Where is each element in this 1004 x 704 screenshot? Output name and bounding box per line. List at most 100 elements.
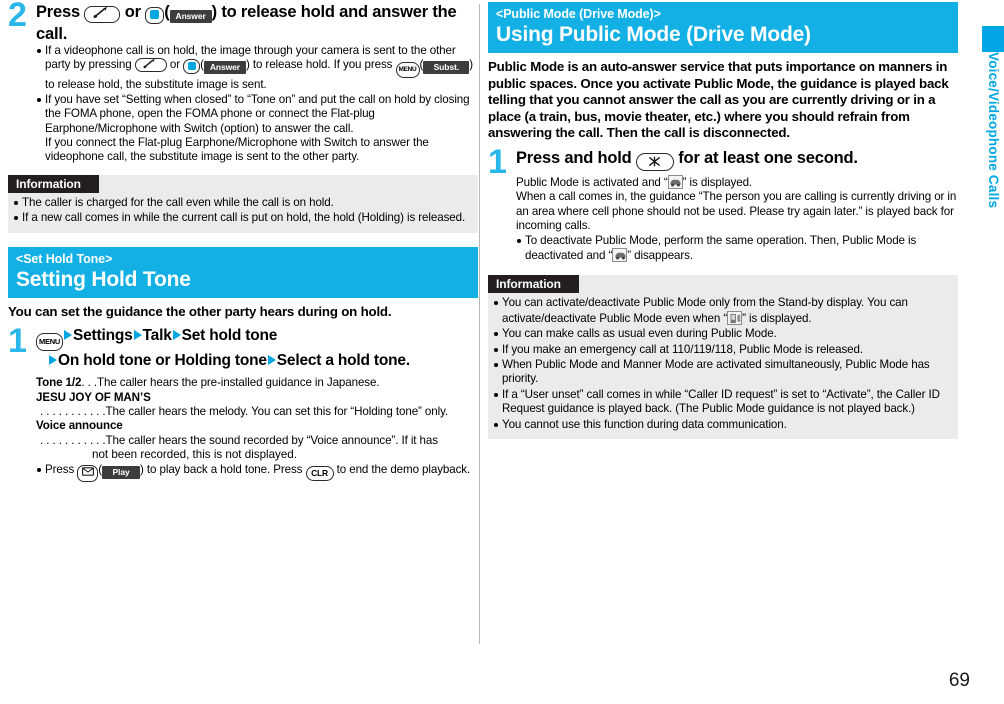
definition-jesu-desc: . . . . . . . . . . .The caller hears th…: [36, 405, 478, 419]
step-1-heading: Press and hold for at least one second.: [516, 148, 958, 171]
menu-key-icon: MENU: [36, 333, 63, 352]
call-key-icon: [84, 6, 121, 23]
paren-close: ): [211, 3, 218, 21]
bullet-setting-when-closed: If you have set “Setting when closed” to…: [36, 93, 478, 165]
public-mode-guidance-line: When a call comes in, the guidance “The …: [516, 190, 957, 233]
step-1-line-2: On hold tone or Holding tone Select a hol…: [36, 351, 478, 370]
bullet-text: If you have set “Setting when closed” to…: [45, 92, 470, 135]
center-select-key-icon: [145, 7, 165, 24]
bullet-videophone-hold: If a videophone call is on hold, the ima…: [36, 44, 478, 93]
information-list-right: You can activate/deactivate Public Mode …: [488, 293, 958, 432]
public-mode-bullet-list: To deactivate Public Mode, perform the s…: [516, 234, 958, 264]
drive-mode-car-icon: [612, 248, 628, 262]
bullet-seg-3: to release hold, the substitute image is…: [45, 78, 267, 92]
information-item: You can make calls as usual even during …: [493, 327, 950, 341]
chevron-right-icon: [133, 330, 142, 341]
clear-key-icon: CLR: [305, 465, 334, 481]
bullet-seg-1: If a videophone call is on hold, the ima…: [45, 44, 456, 72]
step-1-item: Set hold tone: [181, 327, 278, 345]
paren-close: ): [140, 462, 144, 476]
hold-tone-definitions: Tone 1/2. . .The caller hears the pre-in…: [36, 376, 478, 462]
definition-desc: The caller hears the melody. You can set…: [105, 405, 449, 419]
section-banner-set-hold-tone: <Set Hold Tone> Setting Hold Tone: [8, 246, 478, 298]
play-seg-3: to end the demo playback.: [336, 462, 471, 476]
play-seg-1: Press: [45, 462, 75, 476]
edge-tab: Voice/Videophone Calls: [982, 0, 1004, 704]
info-seg-1: You can activate/deactivate Public Mode …: [502, 296, 908, 325]
menu-key-icon: MENU: [395, 62, 420, 79]
paren-open: (: [164, 3, 170, 21]
step-1-block-public-mode: 1 Press and hold for at least one second…: [488, 142, 958, 264]
definition-jesu-term: JESU JOY OF MAN’S: [36, 391, 478, 405]
center-key-dot: [187, 62, 196, 71]
definition-voice-term: Voice announce: [36, 419, 478, 433]
left-column: 2 Press or (Answer) to release hold and …: [8, 0, 478, 482]
step-2-heading-part1: Press: [36, 3, 80, 21]
step-1-item: On hold tone or Holding tone: [58, 352, 267, 370]
chevron-right-icon: [172, 330, 181, 341]
softkey-play: Play: [102, 465, 141, 479]
definition-term: Voice announce: [36, 419, 123, 433]
paren-close: ): [469, 58, 474, 72]
line-seg-a: Public Mode is activated and “: [516, 175, 668, 189]
definition-desc: The caller hears the sound recorded by “…: [105, 433, 439, 447]
chevron-right-icon: [267, 355, 276, 366]
step-1-heading-part2: for at least one second.: [678, 148, 858, 167]
drive-mode-car-icon: [667, 174, 683, 189]
bullet-play-demo: Press (Play) to play back a hold tone. P…: [36, 463, 478, 482]
step-1-block-hold-tone: 1 MENU Settings Talk Set hold tone On hold …: [8, 322, 478, 482]
paren-close: ): [245, 58, 250, 72]
step-1-number: 1: [488, 142, 507, 181]
definition-dots: . . . . . . . . . . .: [40, 433, 106, 447]
definition-term: JESU JOY OF MAN’S: [36, 390, 151, 404]
definition-term: Tone 1/2: [36, 376, 82, 390]
section-title: Using Public Mode (Drive Mode): [496, 23, 811, 46]
play-demo-bullet-list: Press (Play) to play back a hold tone. P…: [36, 463, 478, 482]
definition-dots: . . .: [81, 376, 97, 390]
information-item: If a “User unset” call comes in while “C…: [493, 388, 950, 417]
definition-voice-desc: . . . . . . . . . . .The caller hears th…: [36, 434, 478, 448]
step-2-block: 2 Press or (Answer) to release hold and …: [8, 0, 478, 165]
information-tag: Information: [8, 174, 99, 193]
center-select-key-icon: [183, 59, 201, 75]
bullet-continuation: If you connect the Flat-plug Earphone/Mi…: [45, 136, 429, 164]
center-key-dot: [150, 10, 160, 19]
step-1-line-1: MENU Settings Talk Set hold tone: [36, 326, 478, 352]
info-seg-2: ” is displayed.: [742, 311, 812, 325]
column-divider: [479, 4, 480, 644]
right-column: <Public Mode (Drive Mode)> Using Public …: [488, 0, 958, 440]
information-item: The caller is charged for the call even …: [13, 196, 470, 210]
play-seg-2: to play back a hold tone. Press: [146, 462, 303, 476]
page-number: 69: [948, 670, 970, 691]
step-1-item: Settings: [73, 327, 133, 345]
information-item: You can activate/deactivate Public Mode …: [493, 296, 950, 326]
bullet-or: or: [169, 58, 180, 72]
call-key-icon: [134, 58, 167, 73]
information-list-left: The caller is charged for the call even …: [8, 193, 478, 226]
information-box-right: Information You can activate/deactivate …: [488, 275, 958, 440]
information-item: When Public Mode and Manner Mode are act…: [493, 358, 950, 387]
information-box-left: Information The caller is charged for th…: [8, 174, 478, 233]
section-kicker: <Set Hold Tone>: [16, 251, 113, 266]
softkey-answer: Answer: [203, 61, 246, 75]
information-tag-row: Information: [8, 174, 478, 193]
bullet-seg-2: to release hold. If you press: [252, 58, 393, 72]
definition-voice-desc-cont: not been recorded, this is not displayed…: [92, 448, 297, 462]
mail-key-icon: [77, 464, 99, 482]
definition-desc: The caller hears the pre-installed guida…: [96, 376, 380, 390]
softkey-answer: Answer: [169, 10, 212, 23]
section-intro: You can set the guidance the other party…: [8, 303, 392, 319]
step-2-number: 2: [8, 0, 27, 34]
chevron-right-icon: [49, 355, 57, 366]
line-seg-b: ” is displayed.: [682, 175, 753, 189]
section-title: Setting Hold Tone: [16, 267, 191, 291]
step-2-heading: Press or (Answer) to release hold and an…: [36, 2, 478, 44]
step-1-item: Talk: [142, 327, 172, 345]
section-intro: Public Mode is an auto-answer service th…: [488, 59, 949, 141]
information-item: If a new call comes in while the current…: [13, 211, 470, 225]
definition-tone12: Tone 1/2. . .The caller hears the pre-in…: [36, 376, 478, 390]
manual-page: 2 Press or (Answer) to release hold and …: [0, 0, 1004, 704]
step-1-number: 1: [8, 322, 27, 361]
information-item: If you make an emergency call at 110/119…: [493, 343, 950, 357]
step-1-item: Select a hold tone.: [276, 352, 410, 370]
